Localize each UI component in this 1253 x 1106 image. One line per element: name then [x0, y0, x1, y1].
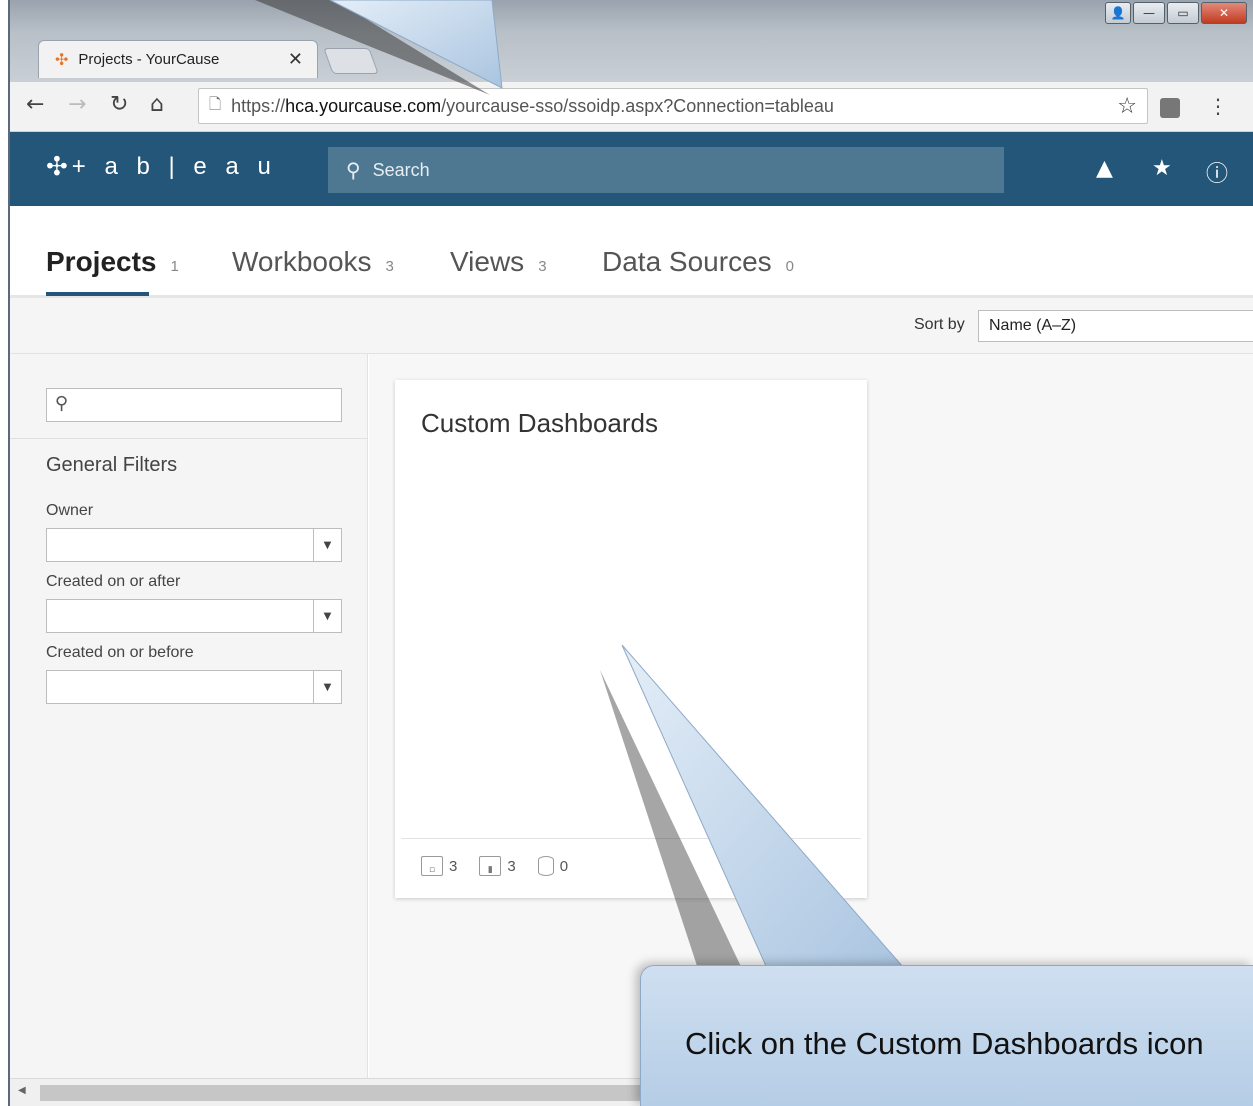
tab-close-icon[interactable]: ✕	[288, 49, 303, 70]
browser-window: 👤 — ▭ ✕ ✣ Projects - YourCause ✕ ← → ↻ ⌂…	[8, 0, 1253, 1106]
menu-icon[interactable]: ⋮	[1208, 94, 1228, 118]
tab-title: Projects - YourCause	[78, 51, 220, 68]
star-icon[interactable]: ☆	[1117, 94, 1137, 119]
sort-select[interactable]: Name (A–Z)	[978, 310, 1253, 342]
filter-sidebar: ⚲ General Filters Owner ▼ Created on or …	[10, 354, 368, 1078]
window-controls: 👤 — ▭ ✕	[1105, 2, 1247, 24]
browser-tab[interactable]: ✣ Projects - YourCause ✕	[38, 40, 318, 78]
filter-search-input[interactable]: ⚲	[46, 388, 342, 422]
created-before-select[interactable]: ▼	[46, 670, 342, 704]
tableau-header: ✣ + a b | e a u ⚲ Search ▲ ★ ⓘ	[10, 132, 1253, 206]
tab-views[interactable]: Views 3	[450, 246, 547, 278]
tab-label: Views	[450, 246, 525, 277]
info-icon[interactable]: ⓘ	[1206, 156, 1228, 188]
home-icon[interactable]: ⌂	[150, 92, 164, 117]
alert-icon[interactable]: ▲	[1096, 156, 1113, 181]
tab-count: 3	[538, 258, 547, 275]
datasources-count: 0	[559, 857, 569, 875]
search-icon: ⚲	[346, 158, 361, 182]
reload-icon[interactable]: ↻	[110, 92, 128, 117]
tab-label: Projects	[46, 246, 157, 277]
instruction-callout: Click on the Custom Dashboards icon	[640, 965, 1253, 1106]
url-prefix: https://	[231, 95, 286, 116]
close-icon[interactable]: ✕	[1201, 2, 1247, 24]
url-path: /yourcause-sso/ssoidp.aspx?Connection=ta…	[441, 95, 834, 116]
search-icon: ⚲	[55, 393, 69, 414]
datasources-stat: 0	[537, 856, 569, 876]
forward-icon[interactable]: →	[68, 92, 86, 117]
sort-label: Sort by	[914, 316, 965, 333]
project-card-custom-dashboards[interactable]: Custom Dashboards ▫ 3 ▮ 3 0	[395, 380, 867, 898]
created-after-select[interactable]: ▼	[46, 599, 342, 633]
address-bar[interactable]: 🗋 https:// hca.yourcause.com /yourcause-…	[198, 88, 1148, 124]
maximize-icon[interactable]: ▭	[1167, 2, 1199, 24]
back-icon[interactable]: ←	[26, 92, 44, 117]
tab-count: 3	[385, 258, 394, 275]
general-filters-title: General Filters	[46, 454, 178, 476]
view-icon: ▮	[479, 856, 502, 876]
url-host: hca.yourcause.com	[285, 95, 442, 116]
scroll-left-icon[interactable]: ◀	[18, 1085, 26, 1096]
tableau-favicon-icon: ✣	[55, 50, 69, 69]
workbooks-count: 3	[449, 857, 458, 875]
active-tab-indicator	[46, 292, 149, 296]
card-divider	[401, 838, 861, 839]
divider	[10, 438, 368, 439]
tab-projects[interactable]: Projects 1	[46, 246, 179, 278]
favorites-icon[interactable]: ★	[1152, 156, 1172, 181]
tab-label: Workbooks	[232, 246, 372, 277]
title-bar: 👤 — ▭ ✕ ✣ Projects - YourCause ✕	[10, 0, 1253, 82]
tableau-logo[interactable]: ✣ + a b | e a u	[46, 152, 277, 182]
tab-count: 1	[170, 258, 179, 275]
search-placeholder: Search	[372, 159, 430, 180]
scrollbar-thumb[interactable]	[40, 1085, 660, 1101]
views-count: 3	[507, 857, 516, 875]
search-input[interactable]: ⚲ Search	[328, 147, 1004, 193]
datasource-icon	[537, 856, 554, 876]
sort-row: Sort by Name (A–Z)	[10, 298, 1253, 354]
extension-icon[interactable]	[1160, 98, 1180, 118]
owner-select[interactable]: ▼	[46, 528, 342, 562]
logo-text: + a b | e a u	[71, 153, 277, 180]
created-after-label: Created on or after	[46, 573, 181, 590]
workbook-icon: ▫	[421, 856, 443, 876]
tab-workbooks[interactable]: Workbooks 3	[232, 246, 394, 278]
minimize-icon[interactable]: —	[1133, 2, 1165, 24]
callout-text: Click on the Custom Dashboards icon	[685, 1026, 1204, 1061]
tab-count: 0	[785, 258, 794, 275]
owner-label: Owner	[46, 502, 94, 519]
card-stats: ▫ 3 ▮ 3 0	[421, 856, 568, 876]
tab-data-sources[interactable]: Data Sources 0	[602, 246, 794, 278]
content-tabs: Projects 1 Workbooks 3 Views 3 Data Sour…	[10, 206, 1253, 298]
browser-toolbar: ← → ↻ ⌂ 🗋 https:// hca.yourcause.com /yo…	[10, 82, 1253, 132]
chevron-down-icon: ▼	[313, 671, 341, 703]
chevron-down-icon: ▼	[313, 600, 341, 632]
tab-label: Data Sources	[602, 246, 772, 277]
user-icon[interactable]: 👤	[1105, 2, 1131, 24]
card-title[interactable]: Custom Dashboards	[421, 408, 658, 439]
workbooks-stat: ▫ 3	[421, 856, 457, 876]
tableau-logo-icon: ✣	[46, 152, 68, 182]
chevron-down-icon: ▼	[313, 529, 341, 561]
page-icon: 🗋	[209, 94, 222, 113]
new-tab-button[interactable]	[323, 48, 379, 74]
views-stat: ▮ 3	[479, 856, 516, 876]
created-before-label: Created on or before	[46, 644, 194, 661]
